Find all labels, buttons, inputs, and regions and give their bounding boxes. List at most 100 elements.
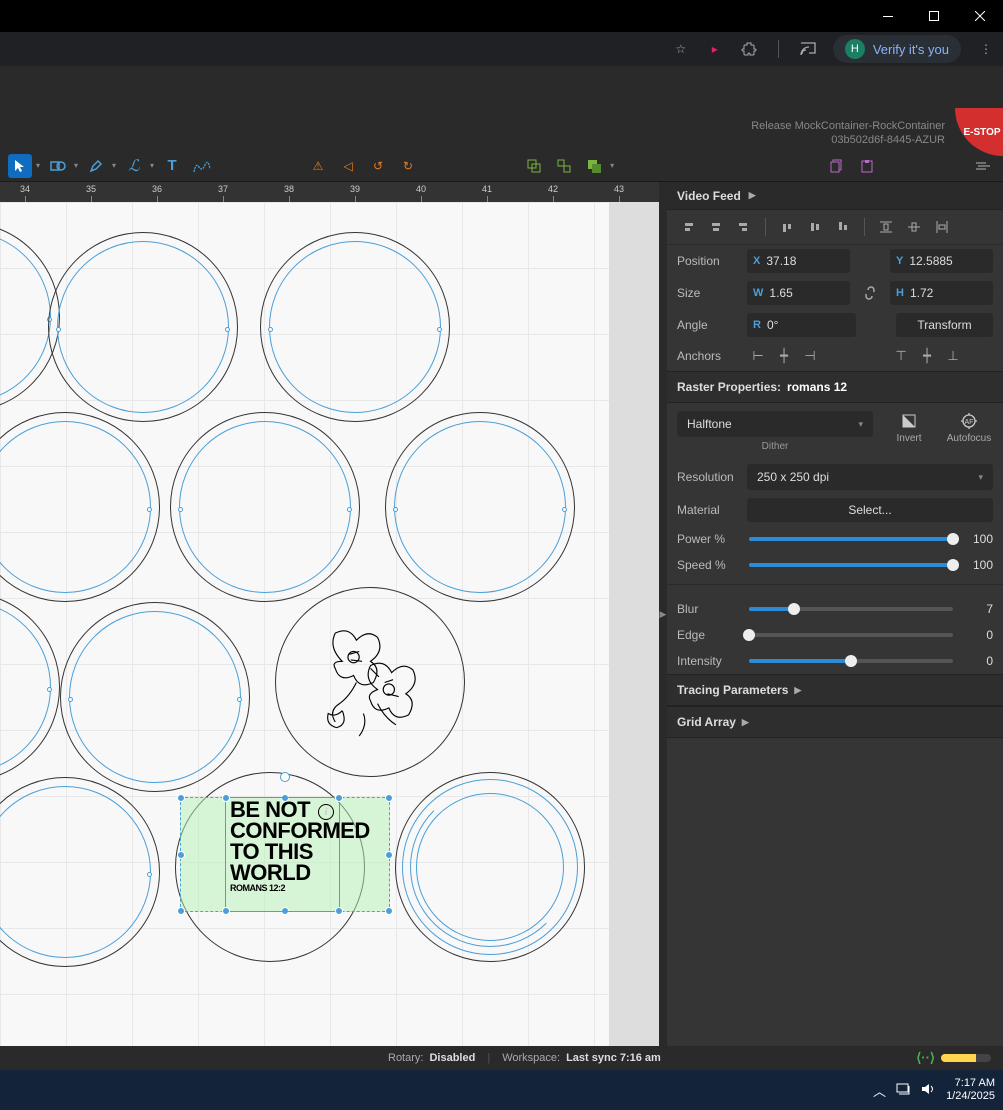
- boolean-caret[interactable]: ▾: [610, 161, 614, 170]
- boolean-tool[interactable]: [582, 154, 606, 178]
- intensity-slider[interactable]: [749, 659, 953, 663]
- layers-button[interactable]: [971, 154, 995, 178]
- eyedropper-caret[interactable]: ▾: [150, 161, 154, 170]
- distribute-v-button[interactable]: [931, 216, 953, 238]
- resolution-select[interactable]: 250 x 250 dpi▾: [747, 464, 993, 490]
- speed-value: 100: [963, 558, 993, 572]
- volume-icon[interactable]: [921, 1082, 936, 1099]
- link-aspect-button[interactable]: [858, 281, 882, 305]
- select-tool[interactable]: [8, 154, 32, 178]
- workspace-label: Workspace:: [502, 1052, 560, 1064]
- circle-object[interactable]: [48, 232, 238, 422]
- flip-vertical-button[interactable]: ◁: [336, 154, 360, 178]
- position-x-input[interactable]: X37.18: [747, 249, 850, 273]
- estop-button[interactable]: E-STOP: [955, 108, 1003, 156]
- align-center-h-button[interactable]: [705, 216, 727, 238]
- tray-chevron-icon[interactable]: ︿: [873, 1081, 886, 1100]
- star-icon[interactable]: ☆: [672, 40, 690, 58]
- extensions-icon[interactable]: [740, 40, 758, 58]
- pen-tool-caret[interactable]: ▾: [112, 161, 116, 170]
- browser-menu-icon[interactable]: ⋮: [977, 40, 995, 58]
- shapes-tool[interactable]: [46, 154, 70, 178]
- system-clock[interactable]: 7:17 AM 1/24/2025: [946, 1077, 995, 1103]
- circle-object[interactable]: [0, 592, 60, 782]
- eyedropper-tool[interactable]: ℒ: [122, 154, 146, 178]
- video-feed-header[interactable]: Video Feed ▶: [667, 182, 1003, 210]
- grid-array-header[interactable]: Grid Array ▶: [667, 706, 1003, 738]
- circle-object[interactable]: [0, 412, 160, 602]
- workspace-value: Last sync 7:16 am: [566, 1052, 661, 1064]
- anchor-center-v-button[interactable]: ┿: [916, 345, 938, 367]
- align-bottom-button[interactable]: [832, 216, 854, 238]
- window-minimize-button[interactable]: [865, 0, 911, 32]
- verify-identity-chip[interactable]: H Verify it's you: [833, 35, 961, 63]
- power-label: Power %: [677, 532, 739, 546]
- cast-icon[interactable]: [799, 40, 817, 58]
- align-left-button[interactable]: [677, 216, 699, 238]
- position-y-input[interactable]: Y12.5885: [890, 249, 993, 273]
- ungroup-button[interactable]: [552, 154, 576, 178]
- circle-object[interactable]: [60, 602, 250, 792]
- edge-label: Edge: [677, 628, 739, 642]
- panel-divider[interactable]: ▶: [659, 182, 667, 1046]
- window-close-button[interactable]: [957, 0, 1003, 32]
- circle-object[interactable]: [0, 777, 160, 967]
- canvas-area[interactable]: 34 35 36 37 38 39 40 41 42 43: [0, 182, 659, 1046]
- tech-circle-object[interactable]: [395, 772, 585, 962]
- align-right-button[interactable]: [733, 216, 755, 238]
- material-select-button[interactable]: Select...: [747, 498, 993, 522]
- size-w-input[interactable]: W1.65: [747, 281, 850, 305]
- edge-slider[interactable]: [749, 633, 953, 637]
- extension-pink-icon[interactable]: ▸: [706, 40, 724, 58]
- network-icon[interactable]: [896, 1082, 911, 1099]
- trace-tool[interactable]: [190, 154, 214, 178]
- circle-object[interactable]: [385, 412, 575, 602]
- clipboard-copy-button[interactable]: [825, 154, 849, 178]
- info-icon[interactable]: i: [318, 804, 334, 820]
- anchors-label: Anchors: [677, 349, 739, 363]
- anchor-top-button[interactable]: ⊤: [890, 345, 912, 367]
- rotate-ccw-button[interactable]: ↺: [366, 154, 390, 178]
- properties-panel: Video Feed ▶ Position X37.18 Y12.5885 Si…: [667, 182, 1003, 1046]
- app-header: [0, 66, 1003, 116]
- tracing-parameters-header[interactable]: Tracing Parameters ▶: [667, 674, 1003, 706]
- angle-label: Angle: [677, 318, 739, 332]
- speed-slider[interactable]: [749, 563, 953, 567]
- shapes-tool-caret[interactable]: ▾: [74, 161, 78, 170]
- anchor-center-h-button[interactable]: ┿: [773, 345, 795, 367]
- blur-slider[interactable]: [749, 607, 953, 611]
- size-h-input[interactable]: H1.72: [890, 281, 993, 305]
- text-tool[interactable]: T: [160, 154, 184, 178]
- window-maximize-button[interactable]: [911, 0, 957, 32]
- main-toolbar: ▾ ▾ ▾ ℒ ▾ T ⚠ ◁ ↺ ↻ ▾: [0, 150, 1003, 182]
- circle-object[interactable]: [260, 232, 450, 422]
- invert-button[interactable]: Invert: [885, 411, 933, 444]
- rotary-value: Disabled: [429, 1052, 475, 1064]
- canvas-workspace[interactable]: BE NOT CONFORMED TO THIS WORLD ROMANS 12…: [0, 202, 659, 1046]
- connection-icon: ⟨··⟩: [916, 1050, 935, 1066]
- power-slider[interactable]: [749, 537, 953, 541]
- distribute-h-button[interactable]: [875, 216, 897, 238]
- anchor-bottom-button[interactable]: ⊥: [942, 345, 964, 367]
- transform-button[interactable]: Transform: [896, 313, 993, 337]
- clipboard-paste-button[interactable]: [855, 154, 879, 178]
- material-label: Material: [677, 503, 739, 517]
- align-center-v-button[interactable]: [804, 216, 826, 238]
- flip-horizontal-button[interactable]: ⚠: [306, 154, 330, 178]
- power-value: 100: [963, 532, 993, 546]
- dither-mode-select[interactable]: Halftone▾: [677, 411, 873, 437]
- circle-object[interactable]: [170, 412, 360, 602]
- anchor-left-button[interactable]: ⊢: [747, 345, 769, 367]
- pen-tool[interactable]: [84, 154, 108, 178]
- autofocus-button[interactable]: AF Autofocus: [945, 411, 993, 444]
- anchor-right-button[interactable]: ⊣: [799, 345, 821, 367]
- text-raster-content[interactable]: BE NOT CONFORMED TO THIS WORLD ROMANS 12…: [230, 800, 370, 892]
- select-tool-caret[interactable]: ▾: [36, 161, 40, 170]
- rotate-cw-button[interactable]: ↻: [396, 154, 420, 178]
- flower-raster-object[interactable]: [275, 587, 465, 777]
- angle-input[interactable]: R0°: [747, 313, 856, 337]
- size-label: Size: [677, 286, 739, 300]
- distribute-center-button[interactable]: [903, 216, 925, 238]
- group-button[interactable]: [522, 154, 546, 178]
- align-top-button[interactable]: [776, 216, 798, 238]
